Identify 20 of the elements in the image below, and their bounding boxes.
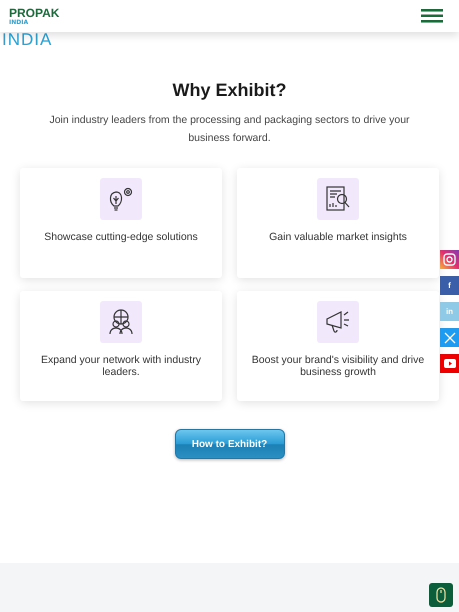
logo-text[interactable]: PROPAK — [9, 6, 60, 18]
feature-text: Boost your brand's visibility and drive business growth — [250, 354, 426, 378]
banner-text: INDIA — [2, 32, 52, 48]
section-subtitle: Join industry leaders from the processing and packaging sectors to drive your business forward. — [48, 113, 411, 146]
x-link[interactable] — [440, 328, 459, 347]
youtube-link[interactable] — [440, 354, 459, 373]
feature-text: Expand your network with industry leaders. — [40, 354, 202, 378]
menu-icon — [421, 9, 443, 23]
how-to-exhibit-button[interactable]: How to Exhibit? — [174, 429, 284, 459]
camera-icon — [443, 253, 456, 266]
feature-text: Gain valuable market insights — [268, 231, 408, 243]
play-icon — [444, 359, 456, 368]
scroll-button[interactable] — [429, 583, 453, 607]
x-icon — [444, 332, 456, 344]
instagram-link[interactable] — [440, 250, 459, 269]
section-title: Why Exhibit? — [172, 80, 286, 101]
feature-text: Showcase cutting-edge solutions — [43, 231, 199, 243]
menu-button[interactable] — [419, 7, 445, 25]
mouse-icon — [436, 587, 446, 603]
facebook-link[interactable]: f — [440, 276, 459, 295]
